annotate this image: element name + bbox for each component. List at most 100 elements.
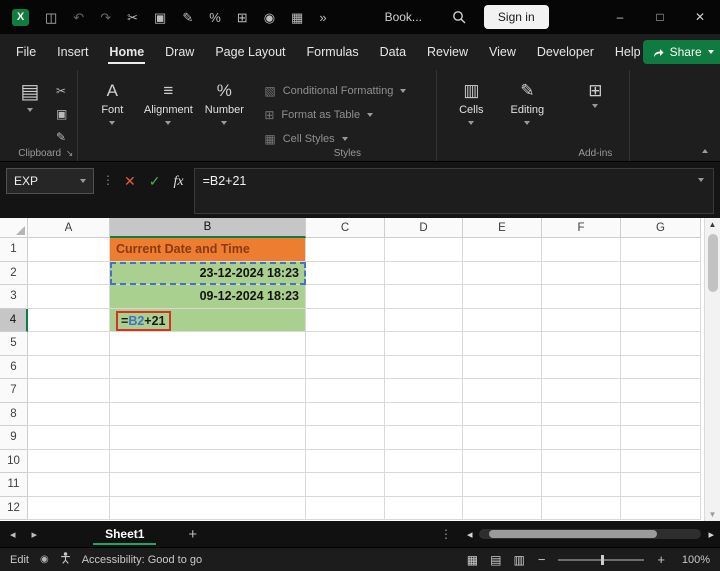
- excel-logo-icon[interactable]: X: [12, 8, 29, 26]
- cell-B6[interactable]: [110, 355, 306, 379]
- cell-G8[interactable]: [621, 402, 701, 426]
- cell-G9[interactable]: [621, 426, 701, 450]
- copy-icon[interactable]: ▣: [154, 11, 166, 24]
- row-header-11[interactable]: 11: [0, 473, 28, 497]
- cell-F1[interactable]: [542, 238, 621, 262]
- tab-insert[interactable]: Insert: [55, 35, 90, 69]
- row-header-12[interactable]: 12: [0, 496, 28, 520]
- tab-review[interactable]: Review: [425, 35, 470, 69]
- undo-icon[interactable]: ↶: [73, 11, 84, 24]
- cell-A1[interactable]: [28, 238, 110, 262]
- cell-A7[interactable]: [28, 379, 110, 403]
- row-header-1[interactable]: 1: [0, 238, 28, 262]
- cell-D4[interactable]: [385, 308, 463, 332]
- cell-D7[interactable]: [385, 379, 463, 403]
- horizontal-scrollbar-thumb[interactable]: [489, 530, 658, 538]
- tab-developer[interactable]: Developer: [535, 35, 596, 69]
- page-break-view-icon[interactable]: ▥: [513, 553, 524, 567]
- cell-A10[interactable]: [28, 449, 110, 473]
- cell-F11[interactable]: [542, 473, 621, 497]
- cell-B9[interactable]: [110, 426, 306, 450]
- cell-E6[interactable]: [463, 355, 542, 379]
- cell-F7[interactable]: [542, 379, 621, 403]
- cell-F6[interactable]: [542, 355, 621, 379]
- copy-icon[interactable]: ▣: [56, 107, 67, 121]
- close-button[interactable]: ✕: [680, 0, 720, 34]
- scroll-left-icon[interactable]: ◂: [467, 528, 473, 541]
- row-header-9[interactable]: 9: [0, 426, 28, 450]
- cell-D8[interactable]: [385, 402, 463, 426]
- cell-C6[interactable]: [306, 355, 385, 379]
- cell-B2[interactable]: 23-12-2024 18:23: [110, 261, 306, 285]
- addins-button[interactable]: ⊞: [567, 74, 623, 108]
- formula-bar-handle[interactable]: ⋮: [94, 168, 122, 187]
- zoom-slider[interactable]: [558, 554, 645, 565]
- cell-F10[interactable]: [542, 449, 621, 473]
- row-header-8[interactable]: 8: [0, 402, 28, 426]
- column-header-F[interactable]: F: [542, 218, 621, 238]
- cell-E9[interactable]: [463, 426, 542, 450]
- cell-A5[interactable]: [28, 332, 110, 356]
- cell-C5[interactable]: [306, 332, 385, 356]
- tab-draw[interactable]: Draw: [163, 35, 196, 69]
- paste-button[interactable]: ▤: [8, 74, 52, 112]
- cell-A11[interactable]: [28, 473, 110, 497]
- cell-A12[interactable]: [28, 496, 110, 520]
- cell-B1[interactable]: Current Date and Time: [110, 238, 306, 262]
- row-header-3[interactable]: 3: [0, 285, 28, 309]
- zoom-slider-thumb[interactable]: [601, 554, 605, 565]
- cell-A4[interactable]: [28, 308, 110, 332]
- column-header-C[interactable]: C: [306, 218, 385, 238]
- conditional-formatting-button[interactable]: ▧ Conditional Formatting: [264, 80, 430, 101]
- tab-data[interactable]: Data: [378, 35, 408, 69]
- insert-function-icon[interactable]: fx: [173, 174, 183, 190]
- cell-E4[interactable]: [463, 308, 542, 332]
- tab-formulas[interactable]: Formulas: [305, 35, 361, 69]
- cell-F5[interactable]: [542, 332, 621, 356]
- cell-C11[interactable]: [306, 473, 385, 497]
- tab-help[interactable]: Help: [613, 35, 643, 69]
- cell-C2[interactable]: [306, 261, 385, 285]
- cell-F2[interactable]: [542, 261, 621, 285]
- cell-A3[interactable]: [28, 285, 110, 309]
- cell-D12[interactable]: [385, 496, 463, 520]
- cut-icon[interactable]: ✂: [127, 11, 138, 24]
- editing-button[interactable]: ✎ Editing: [499, 74, 555, 125]
- tab-page-layout[interactable]: Page Layout: [213, 35, 287, 69]
- cell-E3[interactable]: [463, 285, 542, 309]
- cell-B10[interactable]: [110, 449, 306, 473]
- sign-in-button[interactable]: Sign in: [483, 5, 549, 29]
- scroll-up-icon[interactable]: ▲: [709, 218, 717, 231]
- cell-G10[interactable]: [621, 449, 701, 473]
- row-header-10[interactable]: 10: [0, 449, 28, 473]
- cell-E12[interactable]: [463, 496, 542, 520]
- cells-button[interactable]: ▥ Cells: [443, 74, 499, 125]
- cell-D10[interactable]: [385, 449, 463, 473]
- normal-view-icon[interactable]: ▦: [467, 553, 478, 567]
- sheet-options-icon[interactable]: ⋮: [440, 527, 452, 541]
- cell-B7[interactable]: [110, 379, 306, 403]
- cell-G2[interactable]: [621, 261, 701, 285]
- column-header-E[interactable]: E: [463, 218, 542, 238]
- accessibility-status[interactable]: Accessibility: Good to go: [82, 554, 202, 566]
- cell-G3[interactable]: [621, 285, 701, 309]
- row-header-4[interactable]: 4: [0, 308, 28, 332]
- minimize-button[interactable]: –: [600, 0, 640, 34]
- formula-input[interactable]: =B2+21: [193, 168, 714, 214]
- next-sheet-icon[interactable]: ▸: [32, 528, 38, 541]
- cell-D2[interactable]: [385, 261, 463, 285]
- tab-view[interactable]: View: [487, 35, 518, 69]
- cell-G1[interactable]: [621, 238, 701, 262]
- cell-G11[interactable]: [621, 473, 701, 497]
- horizontal-scrollbar-track[interactable]: [479, 529, 702, 539]
- cell-B5[interactable]: [110, 332, 306, 356]
- share-button[interactable]: Share: [642, 40, 720, 64]
- search-icon[interactable]: [452, 10, 466, 24]
- cell-A6[interactable]: [28, 355, 110, 379]
- camera-icon[interactable]: ◉: [264, 11, 275, 24]
- table-icon[interactable]: ▦: [291, 11, 303, 24]
- cell-D1[interactable]: [385, 238, 463, 262]
- format-as-table-button[interactable]: ⊞ Format as Table: [264, 104, 430, 125]
- format-painter-icon[interactable]: ✎: [182, 11, 193, 24]
- borders-icon[interactable]: ⊞: [237, 11, 248, 24]
